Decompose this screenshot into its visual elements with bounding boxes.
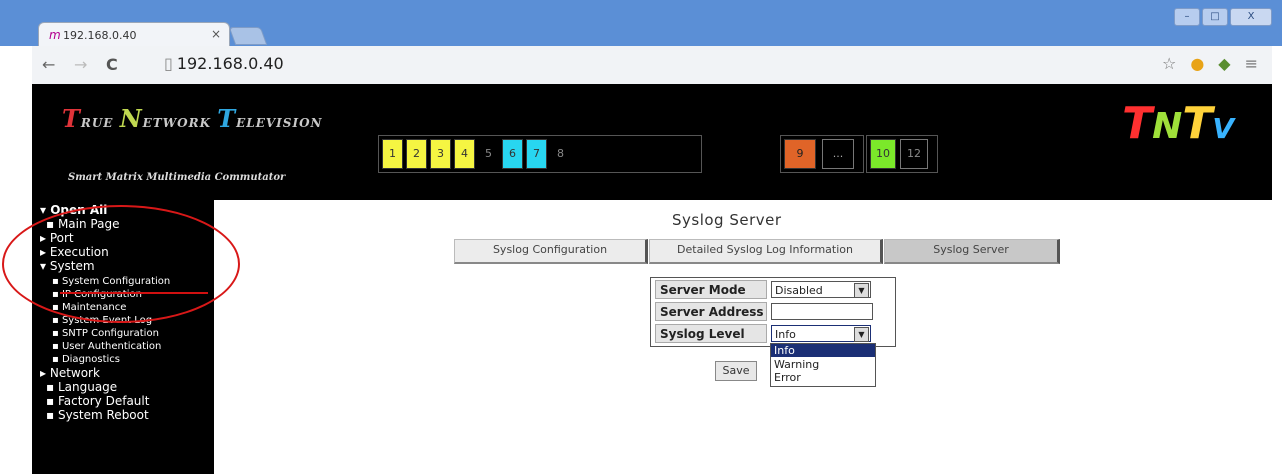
server-address-input[interactable] (771, 303, 873, 320)
close-tab-icon[interactable]: × (211, 27, 221, 41)
forward-arrow-icon[interactable]: → (74, 55, 87, 74)
tntv-brand-logo: TNTV (1122, 98, 1234, 149)
port-indicator[interactable]: ... (822, 139, 854, 169)
sidebar-item-language[interactable]: ▪ Language (46, 381, 117, 394)
sidebar-item-system-reboot[interactable]: ▪ System Reboot (46, 409, 149, 422)
address-bar[interactable]: ▯ 192.168.0.40 (164, 52, 1164, 76)
browser-titlebar: m 192.168.0.40 × – □ X (0, 0, 1282, 47)
sidebar-item-diagnostics[interactable]: ▪ Diagnostics (52, 353, 120, 366)
extension-icon[interactable]: ● (1190, 54, 1204, 73)
tab-detailed-syslog-log-information[interactable]: Detailed Syslog Log Information (649, 239, 883, 264)
menu-icon[interactable]: ≡ (1245, 54, 1258, 73)
favicon-icon: m (49, 28, 61, 42)
dropdown-option-warning[interactable]: Warning (771, 358, 875, 371)
server-address-label: Server Address (655, 302, 767, 321)
page-title: Syslog Server (672, 211, 782, 229)
window-frame-right (1272, 46, 1282, 474)
syslog-level-select[interactable]: Info ▼ (771, 325, 871, 342)
port-indicator[interactable]: 4 (454, 139, 475, 169)
tab-bar: Syslog Configuration Detailed Syslog Log… (454, 239, 1060, 264)
port-indicator[interactable]: 9 (784, 139, 816, 169)
highlight-circle (2, 205, 240, 323)
page-icon: ▯ (164, 54, 173, 73)
chevron-down-icon[interactable]: ▼ (854, 327, 869, 342)
sidebar-item-sntp-configuration[interactable]: ▪ SNTP Configuration (52, 327, 159, 340)
dropdown-option-error[interactable]: Error (771, 371, 875, 384)
window-controls: – □ X (1174, 8, 1272, 26)
bookmark-star-icon[interactable]: ☆ (1162, 54, 1176, 73)
sidebar-item-network[interactable]: ▸ Network (40, 367, 100, 380)
back-arrow-icon[interactable]: ← (42, 55, 55, 74)
company-logo: TRUE NETWORK TELEVISION (62, 104, 323, 133)
port-indicator[interactable]: 8 (550, 139, 571, 169)
server-mode-value: Disabled (775, 284, 823, 297)
port-indicator[interactable]: 10 (870, 139, 896, 169)
syslog-level-value: Info (775, 328, 796, 341)
port-indicator[interactable]: 7 (526, 139, 547, 169)
logo-subtitle: Smart Matrix Multimedia Commutator (68, 172, 286, 183)
server-mode-label: Server Mode (655, 280, 767, 299)
tab-title: 192.168.0.40 (63, 29, 137, 42)
minimize-button[interactable]: – (1174, 8, 1200, 26)
sidebar-item-user-authentication[interactable]: ▪ User Authentication (52, 340, 161, 353)
sidebar-item-factory-default[interactable]: ▪ Factory Default (46, 395, 149, 408)
port-indicator[interactable]: 3 (430, 139, 451, 169)
toolbar-actions: ☆ ● ◆ ≡ (1162, 54, 1258, 73)
server-mode-select[interactable]: Disabled ▼ (771, 281, 871, 298)
close-window-button[interactable]: X (1230, 8, 1272, 26)
tab-syslog-server[interactable]: Syslog Server (884, 239, 1060, 264)
extension-icon-2[interactable]: ◆ (1218, 54, 1230, 73)
url-text: 192.168.0.40 (176, 54, 284, 73)
save-button[interactable]: Save (715, 361, 757, 381)
port-indicator[interactable]: 5 (478, 139, 499, 169)
port-indicator[interactable]: 6 (502, 139, 523, 169)
port-indicator[interactable]: 12 (900, 139, 928, 169)
syslog-level-dropdown: Info Warning Error (770, 343, 876, 387)
syslog-settings-form: Server Mode Disabled ▼ Server Address Sy… (650, 277, 896, 347)
browser-toolbar: ← → C ▯ 192.168.0.40 ☆ ● ◆ ≡ (32, 46, 1272, 85)
port-indicator[interactable]: 2 (406, 139, 427, 169)
browser-tab[interactable]: m 192.168.0.40 × (38, 22, 230, 47)
chevron-down-icon[interactable]: ▼ (854, 283, 869, 298)
tab-syslog-configuration[interactable]: Syslog Configuration (454, 239, 648, 264)
syslog-level-label: Syslog Level (655, 324, 767, 343)
header-banner: TRUE NETWORK TELEVISION Smart Matrix Mul… (32, 84, 1272, 200)
reload-icon[interactable]: C (106, 55, 118, 74)
port-indicator[interactable]: 1 (382, 139, 403, 169)
dropdown-option-info[interactable]: Info (771, 344, 875, 357)
maximize-button[interactable]: □ (1202, 8, 1228, 26)
new-tab-button[interactable] (228, 27, 268, 45)
